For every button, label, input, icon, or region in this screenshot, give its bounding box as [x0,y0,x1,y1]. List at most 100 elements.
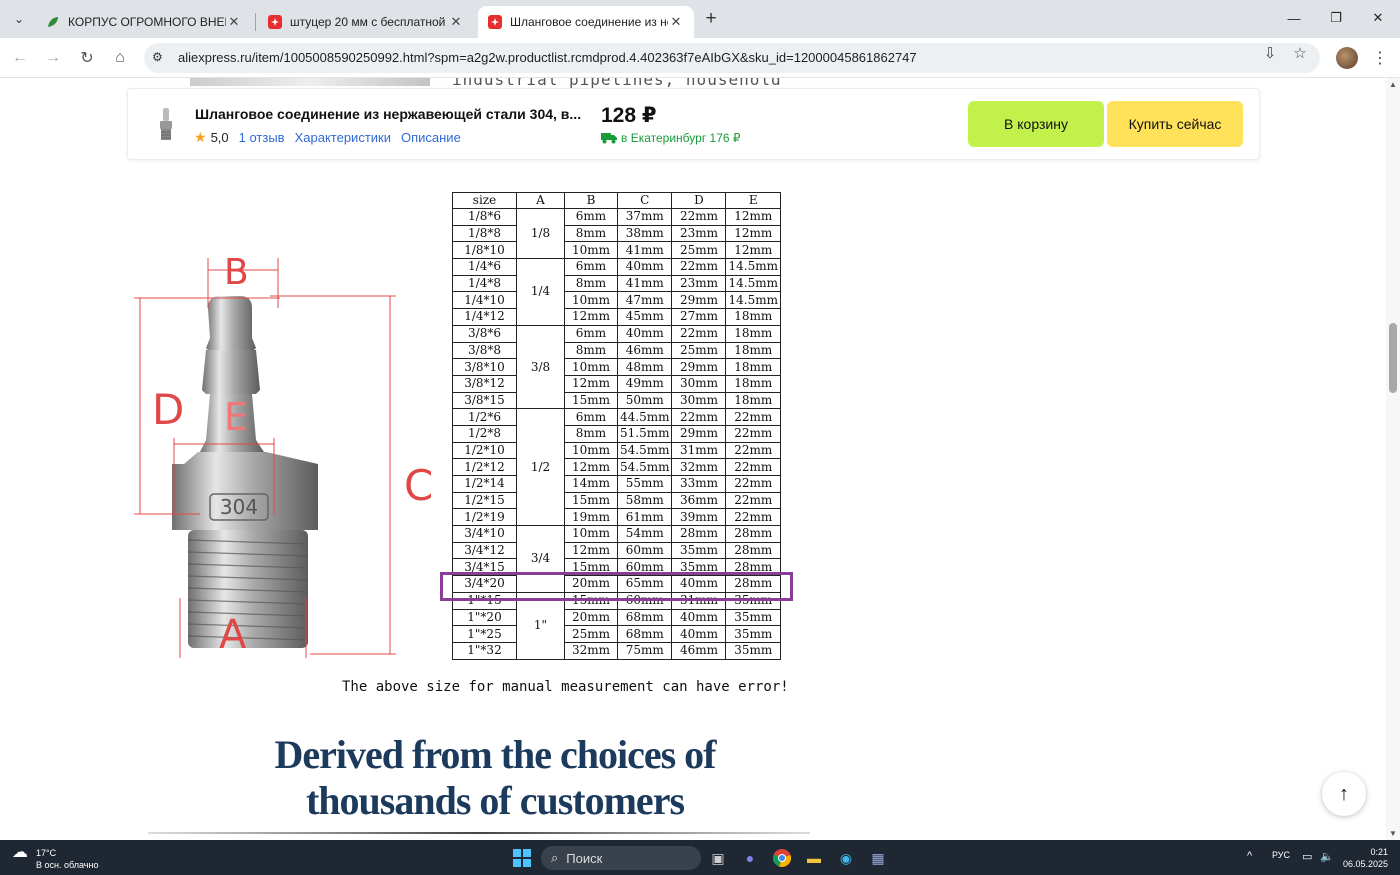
cell-size: 3/8*8 [452,341,517,360]
tab-1-title: КОРПУС ОГРОМНОГО ВНЕШН [68,15,226,29]
tab-1[interactable]: КОРПУС ОГРОМНОГО ВНЕШН ✕ [36,6,252,38]
clock-time: 0:21 [1370,847,1388,857]
cell-b: 10mm [564,441,618,460]
cell-d: 40mm [671,608,727,627]
tab-2-close-icon[interactable]: ✕ [448,14,464,30]
teams-icon[interactable]: ● [739,847,761,869]
table-row: 1/2*6 1/2 6mm 44.5mm 22mm 22mm [452,408,781,527]
tab-2[interactable]: штуцер 20 мм с бесплатной д ✕ [258,6,474,38]
home-icon[interactable]: ⌂ [108,46,132,70]
tray-overflow-icon[interactable]: ^ [1247,850,1252,862]
back-icon[interactable]: ← [8,46,32,70]
cell-e: 22mm [725,475,781,493]
cell-c: 38mm [616,224,673,243]
windows-start-icon[interactable] [511,847,533,869]
cell-d: 35mm [671,541,727,560]
restore-icon[interactable]: ❐ [1313,6,1359,30]
table-row: 1/2*12 12mm 54.5mm 32mm 22mm [452,458,781,476]
page-scrollbar[interactable]: ▲ ▼ [1386,78,1400,840]
cell-c: 49mm [616,374,673,393]
header-size: size [452,192,517,209]
buy-now-button[interactable]: Купить сейчас [1107,101,1243,147]
label-c: C [404,461,433,510]
cell-c: 44.5mm [616,408,673,426]
cell-d: 29mm [671,424,727,443]
table-row: 3/8*8 8mm 46mm 25mm 18mm [452,341,781,360]
tab-1-close-icon[interactable]: ✕ [226,14,242,30]
language-indicator[interactable]: РУС [1272,850,1290,860]
new-tab-icon[interactable]: + [698,6,724,32]
add-to-cart-button[interactable]: В корзину [968,101,1104,147]
browser-app-icon[interactable]: ◉ [835,847,857,869]
sticky-product-bar: Шланговое соединение из нержавеющей стал… [127,88,1260,160]
cell-size: 3/8*10 [452,358,517,376]
table-row: 1/4*10 10mm 47mm 29mm 14.5mm [452,291,781,310]
task-view-icon[interactable]: ▣ [707,847,729,869]
cell-size: 1"*32 [452,641,517,660]
scroll-to-top-button[interactable]: ↑ [1322,772,1366,816]
network-app-icon[interactable]: ▦ [867,847,889,869]
taskbar-clock[interactable]: 0:21 06.05.2025 [1338,846,1388,870]
cell-b: 12mm [564,458,618,476]
cell-d: 36mm [671,491,727,510]
file-explorer-icon[interactable]: ▬ [803,847,825,869]
address-bar[interactable]: ⚙ aliexpress.ru/item/1005008590250992.ht… [144,43,1320,73]
cloud-icon: ☁ [12,844,28,861]
cell-e: 35mm [725,641,781,660]
table-row: 3/8*10 10mm 48mm 29mm 18mm [452,358,781,376]
tab-search-chevron-icon[interactable]: ⌄ [7,7,31,31]
cell-b: 12mm [564,374,618,393]
install-app-icon[interactable]: ⇩ [1260,44,1280,62]
cell-d: 25mm [671,341,727,360]
cell-c: 61mm [616,508,673,527]
scroll-down-icon[interactable]: ▼ [1389,829,1397,838]
banner-line-1: Derived from the choices of [274,732,716,777]
cell-size: 3/8*6 [452,324,517,343]
cell-d: 27mm [671,308,727,326]
cell-c: 75mm [616,641,673,660]
size-table-header-row: size A B C D E [452,192,781,209]
reviews-link[interactable]: 1 отзыв [239,130,285,145]
label-a: A [219,612,247,656]
characteristics-link[interactable]: Характеристики [295,130,391,145]
chrome-icon[interactable] [771,847,793,869]
cell-b: 20mm [564,608,618,627]
tab-3-close-icon[interactable]: ✕ [668,14,684,30]
bookmark-star-icon[interactable]: ☆ [1290,44,1310,62]
tab-3[interactable]: Шланговое соединение из нер ✕ [478,6,694,38]
scrollbar-thumb[interactable] [1389,323,1397,393]
cell-d: 22mm [671,208,727,226]
delivery-text: в Екатеринбург 176 ₽ [621,131,741,145]
cell-d: 30mm [671,374,727,393]
cell-d: 40mm [671,625,727,643]
rating-value: 5,0 [210,130,229,145]
table-row: 1/2*10 10mm 54.5mm 31mm 22mm [452,441,781,460]
minimize-icon[interactable]: — [1271,6,1317,30]
forward-icon[interactable]: → [41,46,65,70]
product-title[interactable]: Шланговое соединение из нержавеющей стал… [195,106,581,122]
site-settings-icon[interactable]: ⚙ [152,50,168,66]
cell-size: 1/2*6 [452,408,517,426]
reload-icon[interactable]: ↻ [75,46,99,70]
measurement-note: The above size for manual measurement ca… [342,679,789,695]
volume-icon[interactable]: 🔈 [1320,850,1334,863]
profile-avatar[interactable] [1336,47,1358,69]
description-link[interactable]: Описание [401,130,461,145]
window-close-icon[interactable]: ✕ [1355,6,1400,30]
cell-e: 12mm [725,208,781,226]
taskbar-search[interactable]: ⌕ Поиск [541,846,701,870]
cell-size: 1/8*6 [452,208,517,226]
cell-c: 54.5mm [616,441,673,460]
cell-b: 14mm [564,475,618,493]
cell-size: 1"*20 [452,608,517,627]
cell-size: 1/2*19 [452,508,517,527]
network-icon[interactable]: ▭ [1302,850,1312,863]
browser-menu-icon[interactable]: ⋮ [1370,47,1390,69]
cell-d: 29mm [671,358,727,376]
cell-c: 60mm [616,541,673,560]
cell-b: 10mm [564,241,618,260]
scroll-up-icon[interactable]: ▲ [1389,80,1397,89]
product-thumbnail[interactable] [156,107,176,141]
cell-size: 1/8*10 [452,241,517,260]
leaf-favicon-icon [48,17,58,27]
